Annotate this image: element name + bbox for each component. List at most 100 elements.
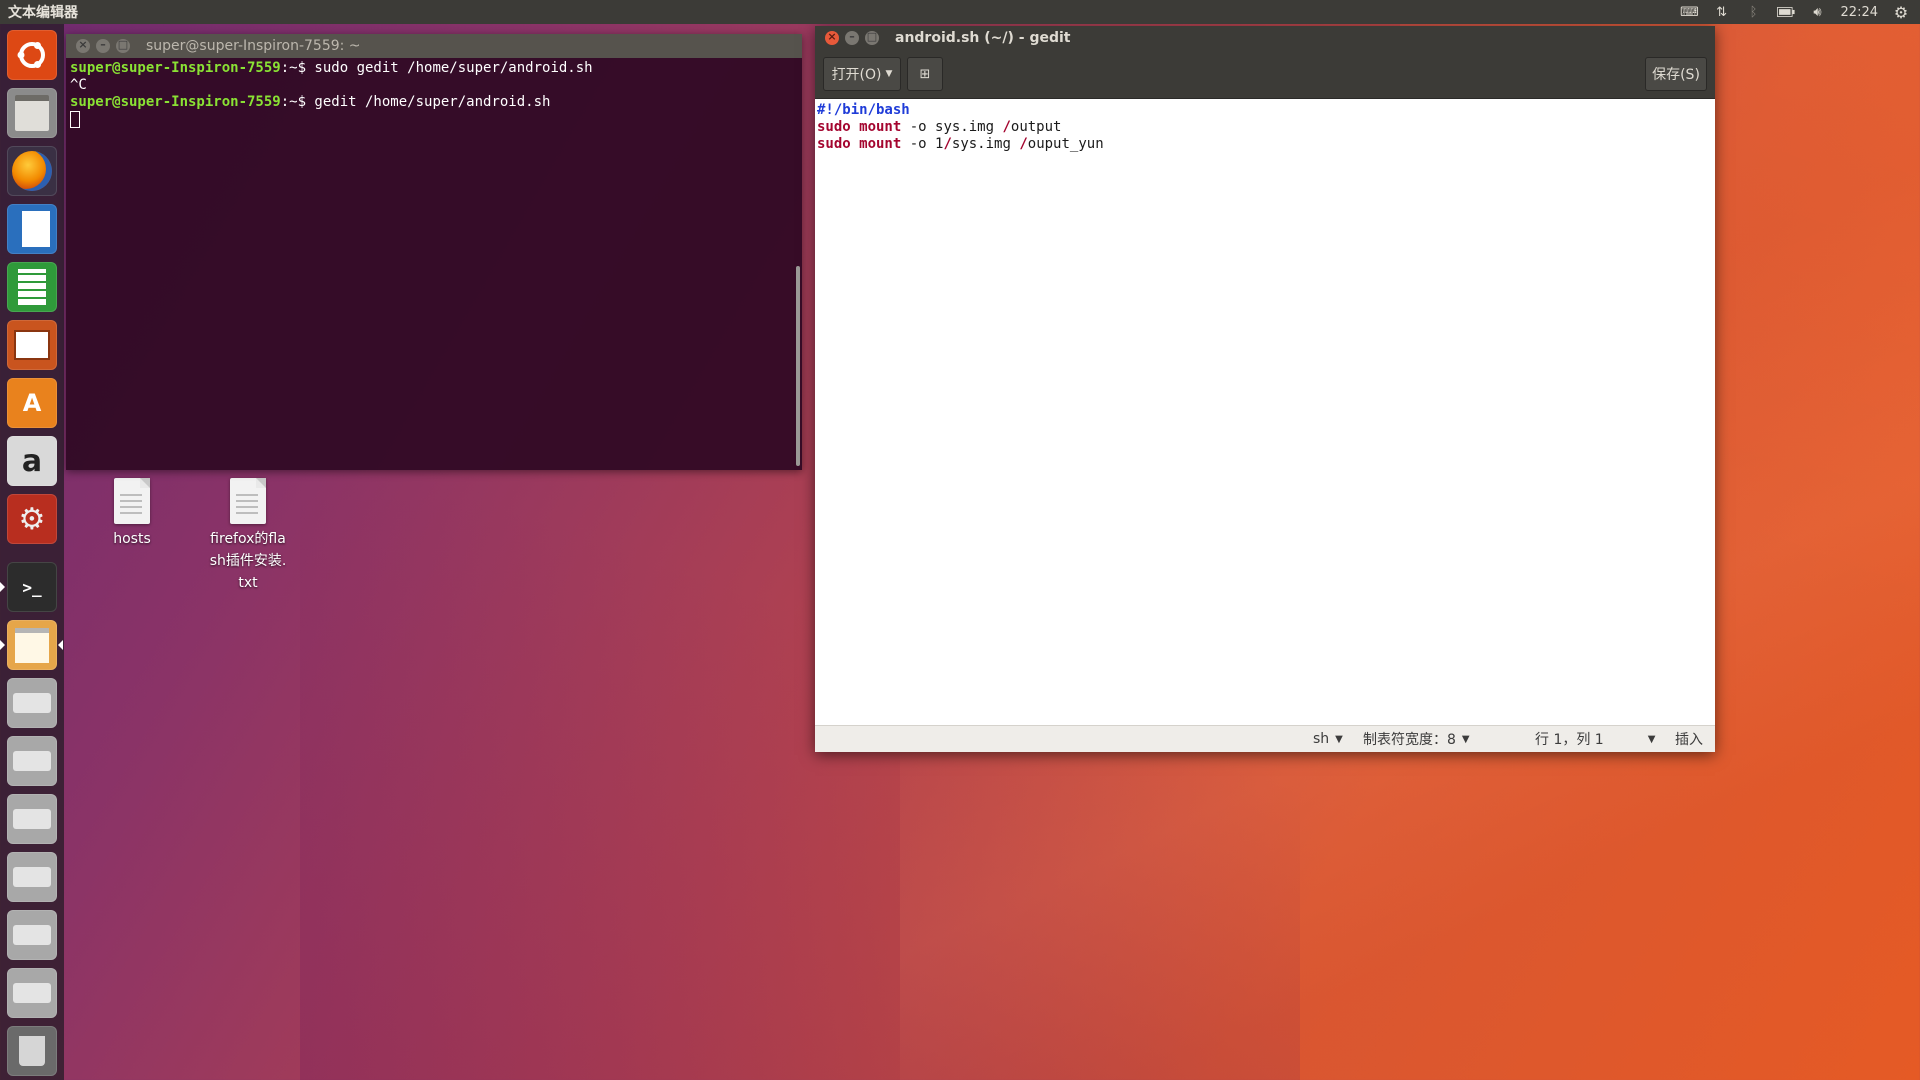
close-icon: ×	[827, 30, 837, 43]
writer-icon	[14, 211, 50, 247]
shopping-bag-icon: A	[22, 389, 42, 417]
prompt-user: super@super-Inspiron-7559	[70, 94, 281, 110]
terminal-output[interactable]: super@super-Inspiron-7559:~$ sudo gedit …	[68, 60, 792, 466]
drive-5-button[interactable]	[7, 910, 57, 960]
impress-icon	[14, 330, 50, 360]
software-center-button[interactable]: A	[7, 378, 57, 428]
file-cabinet-icon	[15, 95, 49, 131]
code-text: sys.img	[951, 136, 1020, 152]
save-button-label: 保存(S)	[1652, 67, 1700, 83]
new-document-button[interactable]: ⊞	[907, 57, 943, 91]
code-text: -o 1	[901, 136, 944, 152]
desktop-icon-hosts[interactable]: hosts	[87, 478, 177, 550]
clock[interactable]: 22:24	[1841, 5, 1878, 20]
terminal-titlebar[interactable]: × – □ super@super-Inspiron-7559: ~	[66, 34, 802, 58]
impress-button[interactable]	[7, 320, 57, 370]
open-button-label: 打开(O)	[831, 67, 882, 83]
language-selector[interactable]: sh ▼	[1313, 731, 1343, 747]
code-line: sudo mount -o sys.img /output	[817, 119, 1715, 136]
desktop-icon-label: hosts	[113, 531, 151, 547]
hard-drive-icon	[13, 693, 51, 713]
desktop-icon-firefox-flash[interactable]: firefox的flash插件安装.txt	[203, 478, 293, 594]
keyboard-icon[interactable]: ⌨	[1680, 5, 1699, 20]
shebang: #!/bin/bash	[817, 102, 910, 118]
output-text: ^C	[70, 77, 87, 93]
drive-3-button[interactable]	[7, 794, 57, 844]
minimize-button[interactable]: –	[845, 30, 859, 45]
insert-mode-indicator[interactable]: 插入	[1675, 729, 1703, 749]
system-tray: ⌨ ⇅ ᛒ 🔊︎ 22:24 ⚙	[1680, 3, 1920, 22]
close-button[interactable]: ×	[76, 38, 90, 53]
ubuntu-dash-button[interactable]	[7, 30, 57, 80]
volume-icon[interactable]: 🔊︎	[1809, 5, 1827, 20]
hard-drive-icon	[13, 983, 51, 1003]
battery-icon[interactable]	[1776, 5, 1795, 19]
maximize-button[interactable]: □	[116, 38, 130, 53]
minimize-button[interactable]: –	[96, 38, 110, 53]
drive-4-button[interactable]	[7, 852, 57, 902]
calc-button[interactable]	[7, 262, 57, 312]
firefox-button[interactable]	[7, 146, 57, 196]
terminal-window[interactable]: × – □ super@super-Inspiron-7559: ~ super…	[66, 34, 802, 470]
terminal-line: super@super-Inspiron-7559:~$ gedit /home…	[70, 94, 792, 111]
text-file-icon	[114, 478, 150, 524]
bluetooth-icon[interactable]: ᛒ	[1745, 5, 1763, 20]
firefox-icon	[12, 151, 52, 191]
desktop-icon-label: firefox的flash插件安装.txt	[209, 531, 287, 591]
terminal-cursor	[70, 111, 80, 128]
hard-drive-icon	[13, 925, 51, 945]
terminal-scrollbar[interactable]	[796, 266, 800, 466]
close-button[interactable]: ×	[825, 30, 839, 45]
top-panel: 文本编辑器 ⌨ ⇅ ᛒ 🔊︎ 22:24 ⚙	[0, 0, 1920, 24]
amazon-button[interactable]: a	[7, 436, 57, 486]
terminal-button[interactable]: >_	[7, 562, 57, 612]
gedit-focused-indicator	[58, 640, 63, 650]
gedit-statusbar: sh ▼ 制表符宽度：8 ▼ 行 1，列 1 ▼ 插入	[815, 725, 1715, 752]
gedit-window[interactable]: × – □ android.sh (~/) - gedit 打开(O) ▼ ⊞ …	[815, 26, 1715, 752]
code-text: -o sys.img	[901, 119, 1003, 135]
amazon-icon: a	[21, 443, 43, 479]
chevron-down-icon: ▼	[1335, 733, 1343, 745]
gedit-title: android.sh (~/) - gedit	[895, 30, 1071, 46]
wrench-icon: ⚙	[18, 501, 46, 537]
writer-button[interactable]	[7, 204, 57, 254]
code-line: #!/bin/bash	[817, 102, 1715, 119]
minimize-icon: –	[849, 30, 855, 43]
gedit-headerbar: 打开(O) ▼ ⊞ 保存(S)	[815, 50, 1715, 99]
minimize-icon: –	[100, 38, 106, 51]
prompt-user: super@super-Inspiron-7559	[70, 60, 281, 76]
system-settings-button[interactable]: ⚙	[7, 494, 57, 544]
files-button[interactable]	[7, 88, 57, 138]
cursor-position-selector[interactable]: 行 1，列 1 ▼	[1535, 729, 1655, 749]
open-button[interactable]: 打开(O) ▼	[823, 57, 901, 91]
notepad-icon	[15, 627, 49, 663]
path-slash: /	[1019, 136, 1028, 152]
path-slash: /	[943, 136, 952, 152]
trash-icon	[19, 1036, 45, 1066]
text-editor-area[interactable]: #!/bin/bash sudo mount -o sys.img /outpu…	[817, 100, 1715, 744]
prompt-path: :~	[280, 94, 298, 110]
code-text: output	[1010, 119, 1062, 135]
path-slash: /	[1002, 119, 1011, 135]
gedit-titlebar[interactable]: × – □ android.sh (~/) - gedit	[815, 26, 1715, 50]
save-button[interactable]: 保存(S)	[1645, 57, 1707, 91]
chevron-down-icon: ▼	[1461, 733, 1470, 745]
text-file-icon	[230, 478, 266, 524]
drive-1-button[interactable]	[7, 678, 57, 728]
drive-6-button[interactable]	[7, 968, 57, 1018]
network-icon[interactable]: ⇅	[1713, 5, 1731, 20]
active-app-title: 文本编辑器	[8, 5, 78, 21]
gedit-button[interactable]	[7, 620, 57, 670]
hard-drive-icon	[13, 867, 51, 887]
insert-mode-label: 插入	[1675, 732, 1703, 748]
maximize-button[interactable]: □	[865, 30, 879, 45]
trash-button[interactable]	[7, 1026, 57, 1076]
gear-icon[interactable]: ⚙	[1892, 3, 1910, 22]
tab-width-selector[interactable]: 制表符宽度：8 ▼	[1363, 729, 1470, 749]
terminal-line: ^C	[70, 77, 792, 94]
code-line: sudo mount -o 1/sys.img /ouput_yun	[817, 136, 1715, 153]
maximize-icon: □	[117, 38, 129, 51]
command-text: $ gedit /home/super/android.sh	[297, 94, 551, 110]
drive-2-button[interactable]	[7, 736, 57, 786]
prompt-path: :~	[280, 60, 298, 76]
